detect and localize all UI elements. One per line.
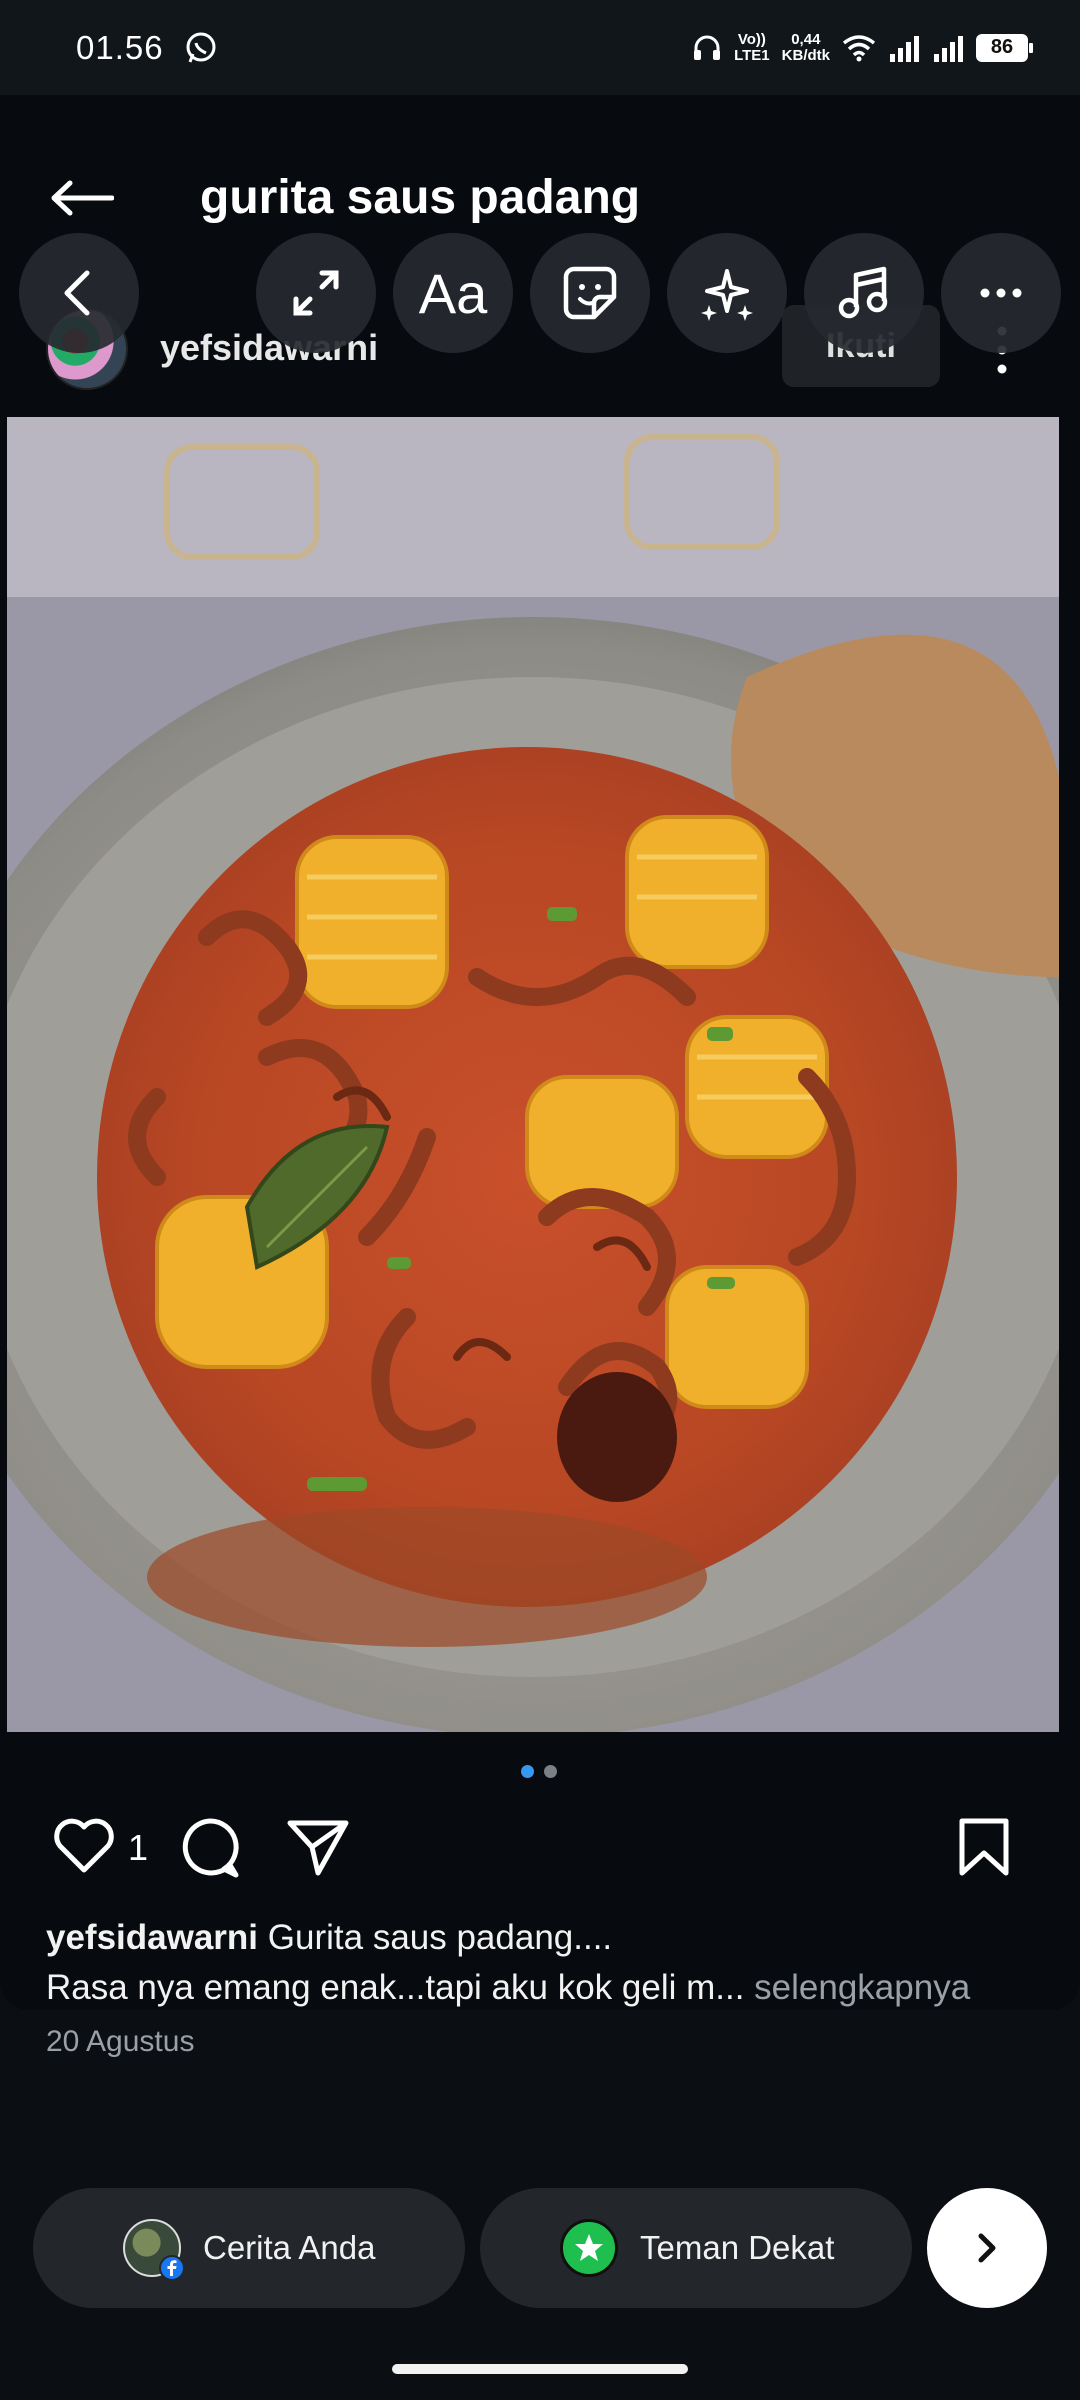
post-date: 20 Agustus	[46, 2025, 195, 2058]
carousel-indicator	[521, 1765, 557, 1778]
text-icon: Aa	[418, 261, 488, 325]
close-friends-label: Teman Dekat	[640, 2229, 835, 2266]
like-count[interactable]: 1	[128, 1827, 148, 1869]
sticker-icon	[563, 266, 617, 320]
headphones-icon	[694, 35, 721, 60]
comment-icon[interactable]	[178, 1817, 242, 1879]
carousel-dot	[544, 1765, 557, 1778]
close-friends-button[interactable]: Teman Dekat	[480, 2188, 912, 2308]
see-more-link[interactable]: selengkapnya	[754, 1968, 970, 2007]
star-icon	[575, 2234, 603, 2261]
signal-icon-2	[934, 35, 963, 62]
your-story-label: Cerita Anda	[203, 2229, 376, 2266]
battery-indicator: 86	[976, 33, 1033, 62]
carousel-dot-active	[521, 1765, 534, 1778]
music-button[interactable]	[804, 233, 924, 353]
resize-icon	[293, 270, 339, 316]
caption-text-line1: Gurita saus padang....	[267, 1918, 613, 1957]
close-friends-badge	[560, 2219, 618, 2277]
signal-icon-1	[890, 35, 919, 62]
more-options-button[interactable]	[941, 233, 1061, 353]
chevron-right-icon	[978, 2233, 996, 2263]
sparkles-icon	[701, 269, 753, 321]
post-actions: 1	[50, 1815, 1020, 1885]
home-indicator[interactable]	[392, 2364, 688, 2374]
heart-icon[interactable]	[52, 1815, 116, 1875]
caption-username[interactable]: yefsidawarni	[46, 1918, 258, 1957]
story-avatar	[123, 2219, 185, 2281]
more-icon	[980, 288, 1022, 298]
post-caption: yefsidawarni Gurita saus padang.... Rasa…	[46, 1913, 1046, 2013]
resize-button[interactable]	[256, 233, 376, 353]
bookmark-icon[interactable]	[958, 1817, 1010, 1877]
your-story-button[interactable]: Cerita Anda	[33, 2188, 465, 2308]
sticker-button[interactable]	[530, 233, 650, 353]
music-icon	[838, 266, 888, 319]
back-button[interactable]	[19, 233, 139, 353]
clock: 01.56	[76, 28, 164, 66]
arrow-left-icon[interactable]	[50, 180, 114, 216]
text-tool-button[interactable]: Aa	[393, 233, 513, 353]
status-bar: 01.56 Vo)) LTE1 0,44 KB/dtk 86	[0, 0, 1080, 95]
volte-indicator: Vo)) LTE1	[734, 30, 770, 64]
post-image[interactable]	[7, 417, 1059, 1732]
effects-button[interactable]	[667, 233, 787, 353]
next-button[interactable]	[927, 2188, 1047, 2308]
post-card: gurita saus padang yefsidawarni Ikuti	[0, 95, 1080, 2058]
facebook-icon	[159, 2255, 185, 2281]
net-speed: 0,44 KB/dtk	[781, 30, 830, 64]
whatsapp-icon	[186, 32, 216, 63]
share-icon[interactable]	[286, 1819, 350, 1877]
wifi-icon	[842, 34, 876, 61]
caption-text-line2: Rasa nya emang enak...tapi aku kok geli …	[46, 1968, 745, 2007]
chevron-left-icon	[64, 270, 90, 316]
page-title: gurita saus padang	[200, 171, 641, 224]
